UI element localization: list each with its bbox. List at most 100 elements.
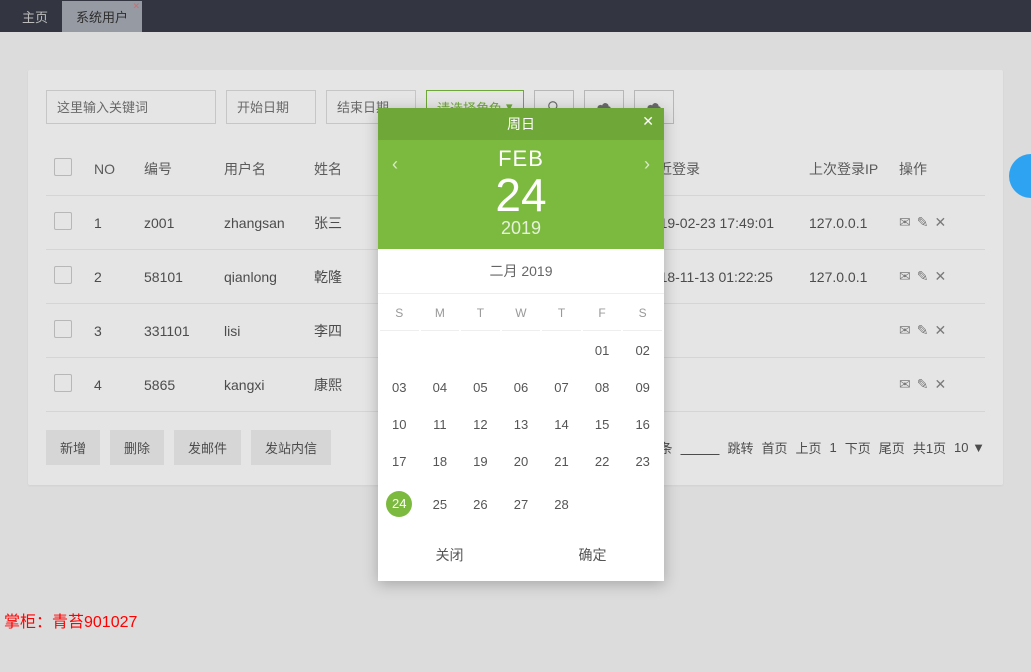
- cell-user: qianlong: [216, 250, 306, 304]
- calendar-day[interactable]: 27: [502, 481, 541, 527]
- calendar-day[interactable]: 16: [623, 407, 662, 442]
- cell-code: 58101: [136, 250, 216, 304]
- add-button[interactable]: 新增: [46, 430, 100, 465]
- dow-label: S: [380, 296, 419, 331]
- picker-subheader[interactable]: 二月 2019: [378, 249, 664, 294]
- picker-ok-button[interactable]: 确定: [579, 545, 607, 565]
- calendar-day: [583, 481, 622, 527]
- delete-button[interactable]: 删除: [110, 430, 164, 465]
- calendar-day[interactable]: 07: [542, 370, 581, 405]
- delete-icon[interactable]: ✕: [934, 376, 946, 393]
- calendar-day[interactable]: 20: [502, 444, 541, 479]
- calendar-day[interactable]: 17: [380, 444, 419, 479]
- cell-last-ip: [801, 358, 891, 412]
- cell-code: 331101: [136, 304, 216, 358]
- calendar-day[interactable]: 25: [421, 481, 460, 527]
- edit-icon[interactable]: ✎: [917, 376, 929, 393]
- calendar-day[interactable]: 18: [421, 444, 460, 479]
- picker-close-button[interactable]: 关闭: [436, 545, 464, 565]
- edit-icon[interactable]: ✎: [917, 214, 929, 231]
- send-msg-button[interactable]: 发站内信: [251, 430, 331, 465]
- calendar-day[interactable]: 06: [502, 370, 541, 405]
- cell-name: 乾隆: [306, 250, 366, 304]
- date-picker: 周日 ✕ ‹ › FEB 24 2019 二月 2019 SMTWTFS 010…: [378, 108, 664, 581]
- close-icon[interactable]: ✕: [132, 1, 140, 12]
- picker-close-icon[interactable]: ✕: [642, 113, 654, 130]
- picker-day: 24: [378, 172, 664, 218]
- dow-label: W: [502, 296, 541, 331]
- col-ops: 操作: [891, 142, 985, 196]
- calendar-day: [542, 333, 581, 368]
- start-date-input[interactable]: [226, 90, 316, 124]
- calendar-day: [380, 333, 419, 368]
- calendar-day[interactable]: 28: [542, 481, 581, 527]
- calendar-day: [461, 333, 500, 368]
- calendar-day[interactable]: 10: [380, 407, 419, 442]
- send-mail-button[interactable]: 发邮件: [174, 430, 241, 465]
- row-checkbox[interactable]: [54, 374, 72, 392]
- calendar-day[interactable]: 22: [583, 444, 622, 479]
- cell-user: zhangsan: [216, 196, 306, 250]
- calendar-day: [623, 481, 662, 527]
- next-page-link[interactable]: 下页: [845, 438, 871, 457]
- mail-icon[interactable]: ✉: [899, 268, 911, 285]
- mail-icon[interactable]: ✉: [899, 214, 911, 231]
- row-checkbox[interactable]: [54, 266, 72, 284]
- row-checkbox[interactable]: [54, 212, 72, 230]
- dow-label: M: [421, 296, 460, 331]
- calendar-day[interactable]: 15: [583, 407, 622, 442]
- calendar-day[interactable]: 13: [502, 407, 541, 442]
- prev-month-icon[interactable]: ‹: [386, 148, 404, 181]
- picker-weekday: 周日: [507, 114, 535, 134]
- edit-icon[interactable]: ✎: [917, 268, 929, 285]
- next-month-icon[interactable]: ›: [638, 148, 656, 181]
- dow-label: S: [623, 296, 662, 331]
- calendar-day[interactable]: 14: [542, 407, 581, 442]
- cell-name: 李四: [306, 304, 366, 358]
- calendar-day[interactable]: 26: [461, 481, 500, 527]
- calendar-day[interactable]: 08: [583, 370, 622, 405]
- col-last-ip: 上次登录IP: [801, 142, 891, 196]
- calendar-day[interactable]: 09: [623, 370, 662, 405]
- calendar-day[interactable]: 23: [623, 444, 662, 479]
- calendar-day[interactable]: 05: [461, 370, 500, 405]
- calendar-day[interactable]: 11: [421, 407, 460, 442]
- jump-input[interactable]: [680, 438, 719, 457]
- calendar-day[interactable]: 02: [623, 333, 662, 368]
- first-page-link[interactable]: 首页: [762, 438, 788, 457]
- row-checkbox[interactable]: [54, 320, 72, 338]
- col-no: NO: [86, 142, 136, 196]
- cell-name: 康熙: [306, 358, 366, 412]
- dow-label: T: [461, 296, 500, 331]
- watermark: 掌柜：青苔901027: [4, 608, 137, 632]
- edit-icon[interactable]: ✎: [917, 322, 929, 339]
- calendar-day[interactable]: 21: [542, 444, 581, 479]
- tab-home[interactable]: 主页: [8, 1, 62, 32]
- last-page-link[interactable]: 尾页: [879, 438, 905, 457]
- calendar-day[interactable]: 19: [461, 444, 500, 479]
- calendar-day[interactable]: 04: [421, 370, 460, 405]
- delete-icon[interactable]: ✕: [934, 268, 946, 285]
- cell-no: 4: [86, 358, 136, 412]
- jump-link[interactable]: 跳转: [728, 438, 754, 457]
- prev-page-link[interactable]: 上页: [796, 438, 822, 457]
- calendar-day[interactable]: 03: [380, 370, 419, 405]
- delete-icon[interactable]: ✕: [934, 322, 946, 339]
- page-size-select[interactable]: 10 ▼: [954, 440, 985, 455]
- calendar-day[interactable]: 12: [461, 407, 500, 442]
- col-code: 编号: [136, 142, 216, 196]
- cell-last-ip: 127.0.0.1: [801, 196, 891, 250]
- mail-icon[interactable]: ✉: [899, 322, 911, 339]
- total-pages: 共1页: [913, 438, 946, 457]
- select-all-checkbox[interactable]: [54, 158, 72, 176]
- keyword-input[interactable]: [46, 90, 216, 124]
- cell-no: 1: [86, 196, 136, 250]
- calendar-day[interactable]: 01: [583, 333, 622, 368]
- dow-label: F: [583, 296, 622, 331]
- mail-icon[interactable]: ✉: [899, 376, 911, 393]
- tab-system-users[interactable]: 系统用户 ✕: [62, 1, 142, 32]
- delete-icon[interactable]: ✕: [934, 214, 946, 231]
- cell-code: 5865: [136, 358, 216, 412]
- calendar-day[interactable]: 24: [380, 481, 419, 527]
- calendar-day: [502, 333, 541, 368]
